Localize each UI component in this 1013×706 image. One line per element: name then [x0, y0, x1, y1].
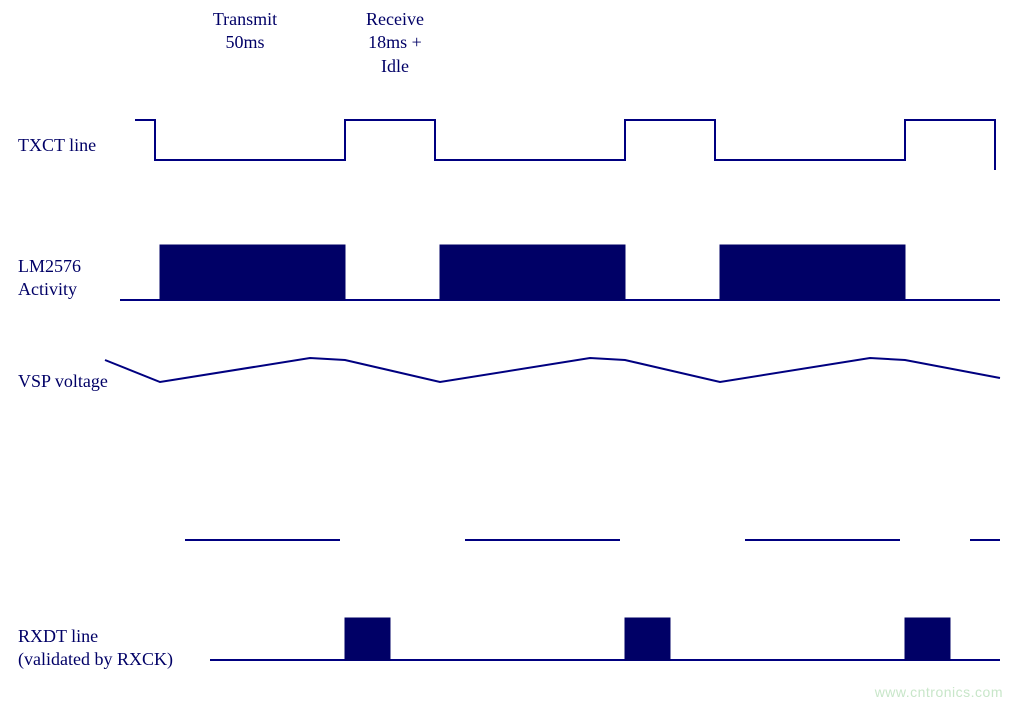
- vsp-waveform: [105, 358, 1000, 382]
- timing-diagram: Transmit 50ms Receive 18ms + Idle TXCT l…: [0, 0, 1013, 706]
- lm2576-waveform: [120, 245, 1000, 300]
- watermark: www.cntronics.com: [875, 684, 1003, 700]
- txct-waveform: [135, 120, 995, 170]
- signals-svg: [0, 0, 1013, 706]
- rxdt-waveform: [210, 618, 1000, 660]
